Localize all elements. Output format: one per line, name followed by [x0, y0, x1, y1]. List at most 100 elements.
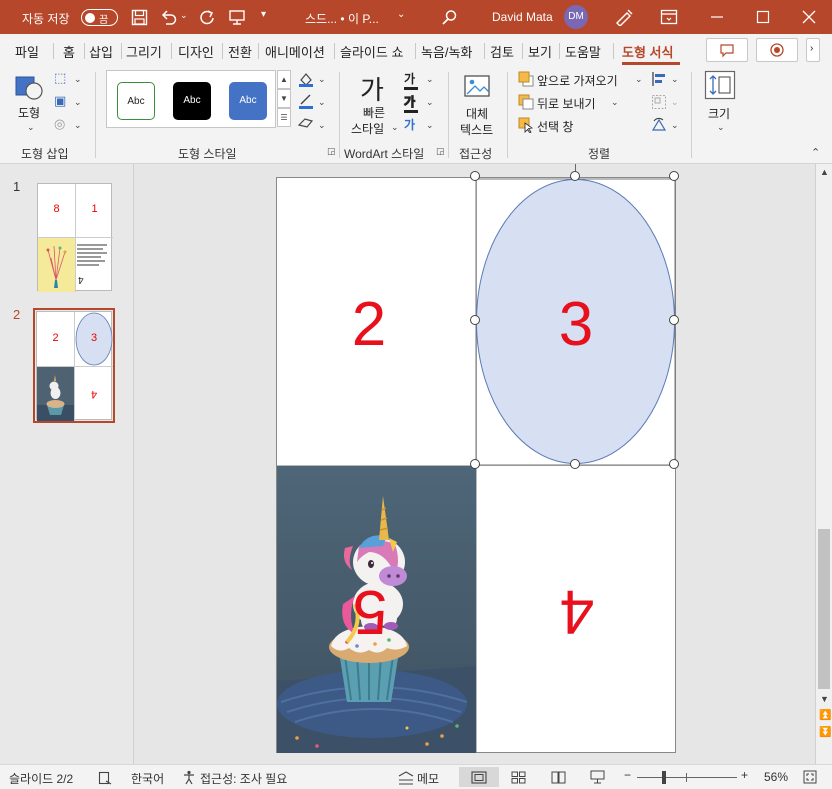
- tab-draw[interactable]: 그리기: [126, 42, 162, 61]
- slide-thumbnail-1[interactable]: 8 1 4: [37, 183, 113, 292]
- scroll-down-icon[interactable]: ▼: [820, 694, 829, 704]
- save-icon[interactable]: [131, 9, 148, 26]
- resize-handle[interactable]: [470, 459, 480, 469]
- ribbon-display-icon[interactable]: [660, 9, 678, 25]
- tab-help[interactable]: 도움말: [565, 42, 601, 61]
- text-effects-icon[interactable]: 가: [404, 116, 415, 133]
- previous-slide-icon[interactable]: ⏫: [819, 710, 831, 721]
- fit-to-window-icon[interactable]: [803, 770, 817, 784]
- zoom-level[interactable]: 56%: [764, 770, 788, 784]
- present-icon[interactable]: [228, 9, 246, 26]
- edit-shape-dropdown-icon[interactable]: ⌄: [74, 74, 82, 85]
- alt-text-icon[interactable]: [463, 73, 493, 101]
- align-dropdown-icon[interactable]: ⌄: [671, 74, 679, 85]
- tab-review[interactable]: 검토: [490, 42, 514, 61]
- tab-transitions[interactable]: 전환: [228, 42, 252, 61]
- zoom-slider-thumb[interactable]: [662, 771, 666, 784]
- scroll-up-icon[interactable]: ▲: [820, 167, 829, 177]
- shape-effects-icon[interactable]: [297, 116, 315, 130]
- selection-pane-icon[interactable]: [518, 117, 534, 133]
- accessibility-status[interactable]: 접근성: 조사 필요: [200, 770, 287, 787]
- slideshow-view-icon[interactable]: [590, 770, 605, 784]
- redo-icon[interactable]: [198, 9, 216, 26]
- autosave-toggle[interactable]: 끔: [81, 9, 118, 26]
- shapes-dropdown-icon[interactable]: ⌄: [27, 122, 35, 133]
- next-slide-icon[interactable]: ⏬: [819, 727, 831, 738]
- undo-dropdown-icon[interactable]: ⌄: [180, 10, 188, 21]
- align-icon[interactable]: [651, 71, 667, 87]
- shape-styles-launcher-icon[interactable]: ◲: [327, 146, 336, 157]
- shape-outline-icon[interactable]: [297, 93, 315, 109]
- text-fill-icon[interactable]: 가: [404, 70, 418, 90]
- ribbon-scroll-right[interactable]: ›: [806, 38, 820, 62]
- text-box-icon[interactable]: ▣: [54, 93, 66, 109]
- quick-styles-icon[interactable]: 가: [360, 70, 384, 107]
- resize-handle[interactable]: [669, 315, 679, 325]
- tab-shape-format[interactable]: 도형 서식: [622, 42, 673, 61]
- edit-shape-icon[interactable]: ⬚: [54, 70, 66, 86]
- avatar[interactable]: DM: [564, 5, 588, 29]
- tab-slideshow[interactable]: 슬라이드 쇼: [340, 42, 403, 61]
- resize-handle[interactable]: [470, 315, 480, 325]
- merge-shapes-icon[interactable]: ◎: [54, 116, 65, 132]
- comments-button[interactable]: [706, 38, 748, 62]
- tab-insert[interactable]: 삽입: [89, 42, 113, 61]
- style-swatch-blue[interactable]: Abc: [229, 82, 267, 120]
- resize-handle[interactable]: [669, 459, 679, 469]
- tab-animations[interactable]: 애니메이션: [265, 42, 325, 61]
- group-icon[interactable]: [651, 94, 667, 110]
- notes-label[interactable]: 메모: [417, 770, 439, 787]
- text-fill-dropdown-icon[interactable]: ⌄: [426, 74, 434, 85]
- resize-handle[interactable]: [570, 171, 580, 181]
- alt-text-label-line1[interactable]: 대체: [466, 105, 488, 122]
- bring-forward-icon[interactable]: [518, 71, 534, 87]
- user-name[interactable]: David Mata: [492, 10, 553, 24]
- shape-outline-dropdown-icon[interactable]: ⌄: [318, 97, 326, 108]
- accessibility-icon[interactable]: [182, 770, 196, 785]
- scrollbar-thumb[interactable]: [818, 529, 830, 689]
- resize-handle[interactable]: [669, 171, 679, 181]
- zoom-slider-track[interactable]: [637, 777, 737, 778]
- shape-fill-dropdown-icon[interactable]: ⌄: [318, 74, 326, 85]
- normal-view-icon[interactable]: [471, 771, 487, 784]
- customize-toolbar-icon[interactable]: ▾: [261, 9, 266, 20]
- shape-fill-icon[interactable]: [297, 71, 315, 87]
- reading-view-icon[interactable]: [551, 771, 566, 784]
- minimize-icon[interactable]: [710, 10, 724, 24]
- pen-icon[interactable]: [614, 8, 634, 26]
- tab-home[interactable]: 홈: [63, 42, 75, 61]
- wordart-launcher-icon[interactable]: ◲: [436, 146, 445, 157]
- rotate-icon[interactable]: [651, 117, 667, 133]
- document-title[interactable]: 스드... • 이 P...: [305, 10, 379, 27]
- tab-file[interactable]: 파일: [15, 42, 39, 61]
- gallery-up-icon[interactable]: ▲: [277, 70, 291, 89]
- slide-number-2[interactable]: 2: [319, 289, 419, 360]
- size-label[interactable]: 크기: [708, 105, 730, 122]
- undo-icon[interactable]: [160, 9, 178, 26]
- text-box-dropdown-icon[interactable]: ⌄: [74, 97, 82, 108]
- merge-shapes-dropdown-icon[interactable]: ⌄: [74, 120, 82, 131]
- alt-text-label-line2[interactable]: 텍스트: [460, 121, 493, 138]
- record-button[interactable]: [756, 38, 798, 62]
- style-swatch-black[interactable]: Abc: [173, 82, 211, 120]
- style-swatch-white[interactable]: Abc: [117, 82, 155, 120]
- notes-icon[interactable]: [397, 771, 415, 785]
- slide-number-5[interactable]: 5: [320, 576, 420, 647]
- close-icon[interactable]: [802, 10, 816, 24]
- zoom-out-icon[interactable]: −: [624, 768, 631, 782]
- text-outline-icon[interactable]: 가: [403, 93, 418, 113]
- size-dropdown-icon[interactable]: ⌄: [717, 122, 725, 133]
- slide-sorter-icon[interactable]: [511, 771, 526, 784]
- slide-number-3[interactable]: 3: [526, 289, 626, 360]
- shapes-icon[interactable]: [14, 71, 44, 101]
- text-effects-dropdown-icon[interactable]: ⌄: [426, 120, 434, 131]
- title-dropdown-icon[interactable]: ⌄: [397, 9, 405, 20]
- rotate-dropdown-icon[interactable]: ⌄: [671, 120, 679, 131]
- send-backward-label[interactable]: 뒤로 보내기: [537, 95, 596, 112]
- tab-record[interactable]: 녹음/녹화: [421, 42, 472, 61]
- selection-pane-label[interactable]: 선택 창: [537, 118, 573, 135]
- search-icon[interactable]: [441, 9, 458, 26]
- maximize-icon[interactable]: [756, 10, 770, 24]
- tab-view[interactable]: 보기: [528, 42, 552, 61]
- resize-handle[interactable]: [570, 459, 580, 469]
